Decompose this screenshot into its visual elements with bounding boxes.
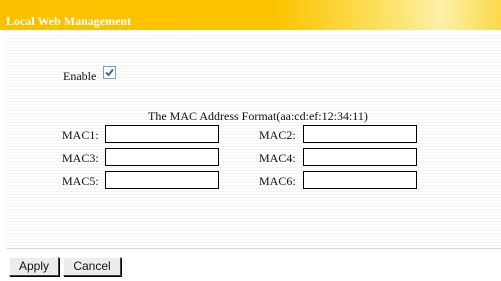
checkmark-icon <box>105 68 114 77</box>
mac2-input[interactable] <box>303 125 417 143</box>
panel-title: Local Web Management <box>6 14 132 28</box>
cancel-button[interactable]: Cancel <box>63 257 121 276</box>
mac4-input[interactable] <box>303 148 417 166</box>
apply-button[interactable]: Apply <box>9 257 59 276</box>
mac3-label: MAC3: <box>62 151 99 165</box>
mac1-input[interactable] <box>105 125 219 143</box>
panel-header: Local Web Management <box>0 0 501 30</box>
mac-format-note: The MAC Address Format(aa:cd:ef:12:34:11… <box>148 109 368 123</box>
mac1-label: MAC1: <box>62 128 99 142</box>
mac6-label: MAC6: <box>259 174 296 188</box>
enable-label: Enable <box>63 69 97 83</box>
mac4-label: MAC4: <box>259 151 296 165</box>
mac3-input[interactable] <box>105 148 219 166</box>
enable-checkbox[interactable] <box>103 66 116 79</box>
footer-divider <box>7 248 501 249</box>
mac6-input[interactable] <box>303 171 417 189</box>
mac5-input[interactable] <box>105 171 219 189</box>
local-web-management-panel: Local Web Management Enable The MAC Addr… <box>0 0 501 281</box>
mac2-label: MAC2: <box>259 128 296 142</box>
mac5-label: MAC5: <box>62 174 99 188</box>
